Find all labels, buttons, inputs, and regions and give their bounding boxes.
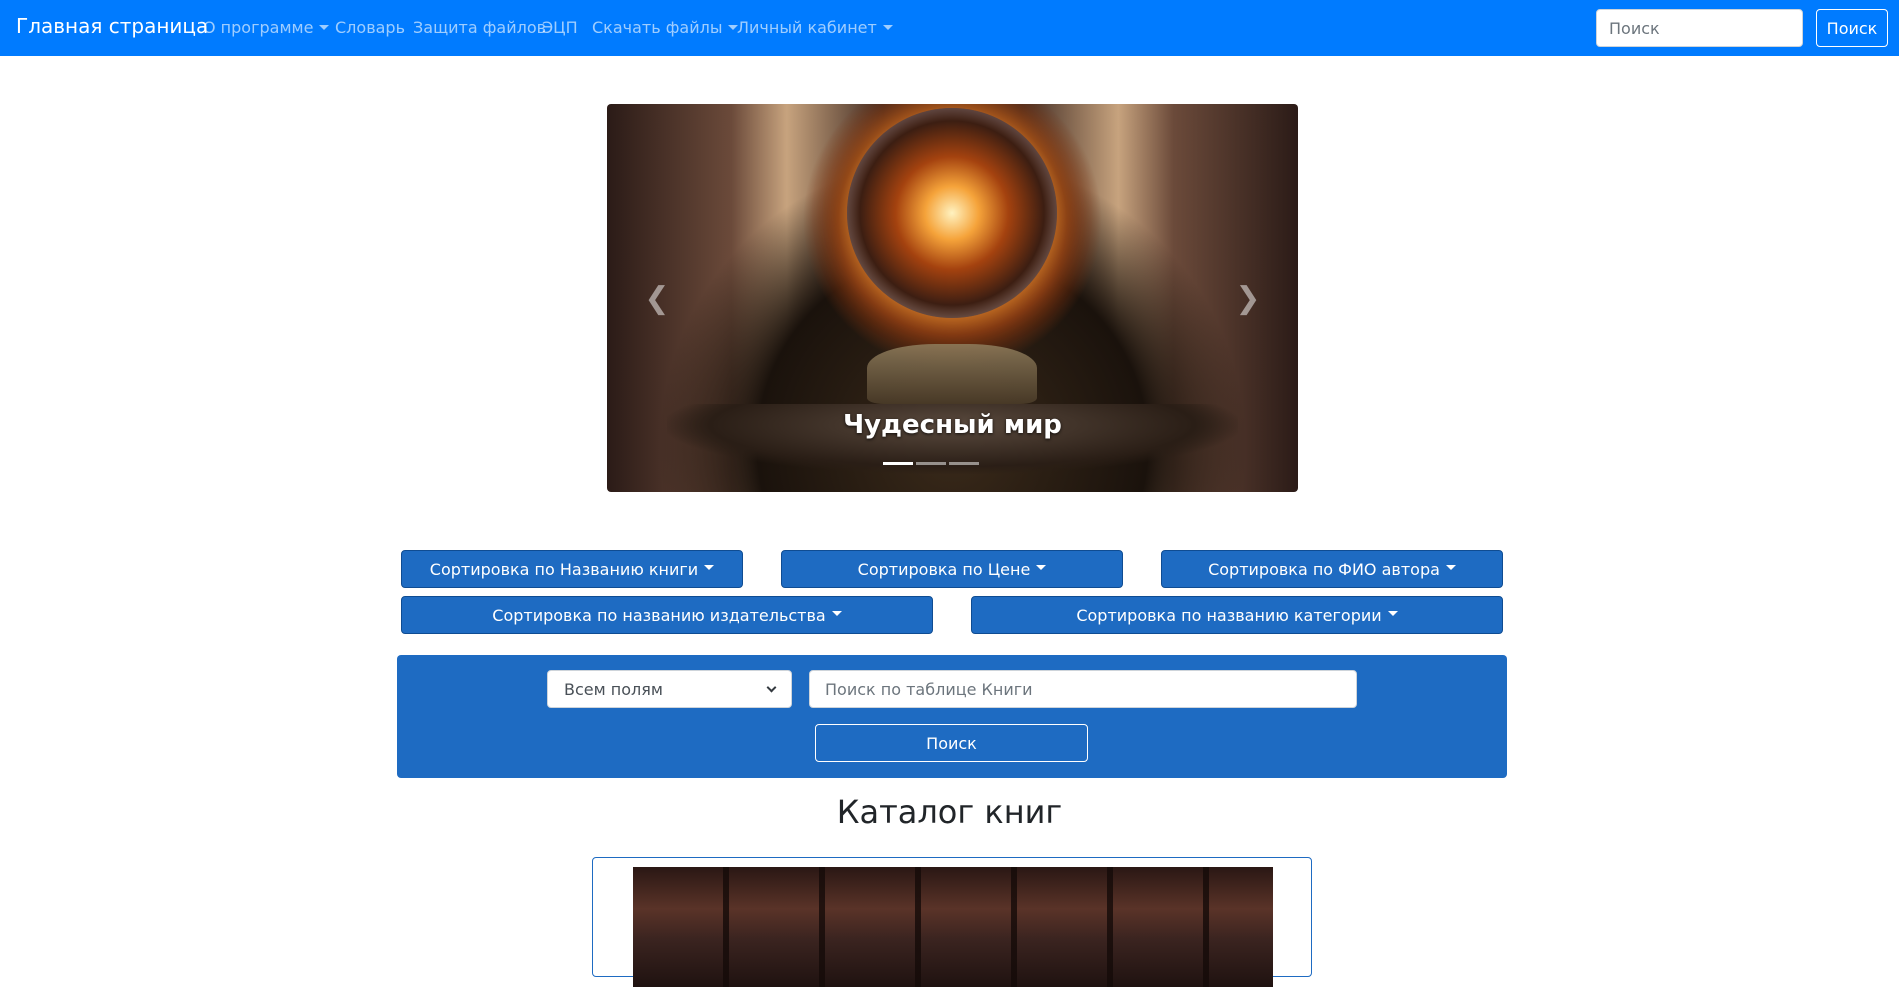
- navbar-search-input[interactable]: [1596, 9, 1803, 47]
- book-card-image: [633, 867, 1273, 987]
- carousel-caption: Чудесный мир: [843, 410, 1062, 440]
- carousel-indicator[interactable]: [883, 462, 913, 465]
- sort-by-publisher-button[interactable]: Сортировка по названию издательства: [401, 596, 933, 634]
- caret-down-icon: [1387, 611, 1398, 616]
- caret-down-icon: [882, 24, 893, 30]
- nav-item-download-files[interactable]: Скачать файлы: [592, 18, 739, 37]
- sort-button-label: Сортировка по ФИО автора: [1208, 559, 1440, 579]
- caret-down-icon: [1036, 565, 1047, 570]
- carousel-image-book: [867, 344, 1037, 404]
- nav-item-personal-account[interactable]: Личный кабинет: [737, 18, 893, 37]
- table-search-button[interactable]: Поиск: [815, 724, 1088, 762]
- sort-button-label: Сортировка по Цене: [857, 559, 1031, 579]
- sort-by-author-button[interactable]: Сортировка по ФИО автора: [1161, 550, 1503, 588]
- chevron-left-icon: ❮: [644, 280, 670, 316]
- nav-item-about[interactable]: О программе: [203, 18, 330, 37]
- search-field-select[interactable]: Всем полям: [547, 670, 792, 708]
- table-search-input[interactable]: [809, 670, 1357, 708]
- nav-item-label: Защита файлов: [413, 18, 547, 37]
- caret-down-icon: [704, 565, 715, 570]
- caret-down-icon: [831, 611, 842, 616]
- nav-item-label: Скачать файлы: [592, 18, 723, 37]
- navbar-search-button[interactable]: Поиск: [1816, 9, 1888, 47]
- sort-button-label: Сортировка по названию категории: [1076, 605, 1382, 625]
- nav-item-digital-signature[interactable]: ЭЦП: [542, 18, 578, 37]
- nav-item-file-protection[interactable]: Защита файлов: [413, 18, 546, 37]
- chevron-down-icon: [766, 682, 777, 692]
- chevron-right-icon: ❯: [1235, 280, 1261, 316]
- sort-by-title-button[interactable]: Сортировка по Названию книги: [401, 550, 743, 588]
- caret-down-icon: [319, 24, 330, 30]
- book-card: [592, 857, 1312, 987]
- nav-item-label: О программе: [203, 18, 314, 37]
- brand-link[interactable]: Главная страница: [16, 14, 208, 38]
- carousel-indicator[interactable]: [916, 462, 946, 465]
- carousel-indicators: [883, 462, 979, 465]
- carousel-image-orb: [847, 108, 1057, 318]
- table-search-panel: Всем полям Поиск: [397, 655, 1507, 778]
- nav-item-label: Личный кабинет: [737, 18, 877, 37]
- sort-by-price-button[interactable]: Сортировка по Цене: [781, 550, 1123, 588]
- carousel-indicator[interactable]: [949, 462, 979, 465]
- sort-by-category-button[interactable]: Сортировка по названию категории: [971, 596, 1503, 634]
- sort-button-label: Сортировка по названию издательства: [492, 605, 826, 625]
- nav-item-label: Словарь: [335, 18, 406, 37]
- caret-down-icon: [1445, 565, 1456, 570]
- search-field-select-value: Всем полям: [564, 679, 663, 699]
- nav-item-dictionary[interactable]: Словарь: [335, 18, 405, 37]
- image-carousel: ❮ ❯ Чудесный мир: [607, 104, 1298, 492]
- nav-item-label: ЭЦП: [542, 18, 578, 37]
- catalog-title: Каталог книг: [836, 793, 1063, 831]
- top-navbar: Главная страница О программе Словарь Защ…: [0, 0, 1899, 56]
- sort-button-label: Сортировка по Названию книги: [429, 559, 699, 579]
